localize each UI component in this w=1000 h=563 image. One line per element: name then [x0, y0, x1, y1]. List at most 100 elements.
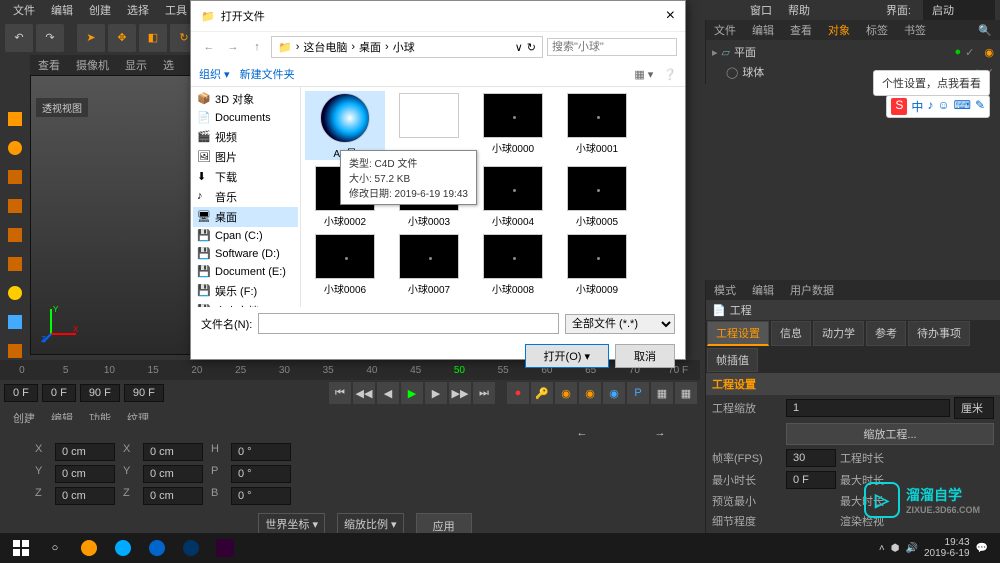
nav-up-button[interactable]: ↑: [247, 41, 267, 53]
taskbar-ae[interactable]: [210, 535, 240, 561]
sidebar-item[interactable]: ♪音乐: [193, 187, 298, 207]
menu-select[interactable]: 选择: [119, 2, 157, 18]
notification-icon[interactable]: 💬: [976, 543, 988, 554]
file-item[interactable]: 小球0008: [473, 232, 553, 296]
sidebar-item[interactable]: 🖥桌面: [193, 207, 298, 227]
file-item[interactable]: 小球0009: [557, 232, 637, 296]
taskbar-app-2[interactable]: [108, 535, 138, 561]
key-pos-button[interactable]: ◉: [555, 382, 577, 404]
address-bar[interactable]: 📁 ›这台电脑 ›桌面 ›小球 ∨↻: [271, 36, 543, 58]
taskbar-c4d[interactable]: [176, 535, 206, 561]
tray-up-icon[interactable]: ˄: [879, 543, 885, 554]
fps-value[interactable]: 30: [786, 449, 836, 467]
tab-info[interactable]: 信息: [771, 321, 811, 346]
tool-icon-yellow[interactable]: [1, 279, 29, 307]
goto-end-button[interactable]: ⏭: [473, 382, 495, 404]
next-frame-button[interactable]: ▶: [425, 382, 447, 404]
clock[interactable]: 19:43 2019-6-19: [924, 537, 970, 559]
layout-selector[interactable]: 启动: [923, 0, 995, 21]
next-key-button[interactable]: ▶▶: [449, 382, 471, 404]
timeline-opt1[interactable]: ▦: [651, 382, 673, 404]
file-item[interactable]: 小球0007: [389, 232, 469, 296]
scale-tool[interactable]: ◧: [139, 24, 167, 52]
autokey-button[interactable]: 🔑: [531, 382, 553, 404]
coord-rot-value[interactable]: 0 °: [231, 443, 291, 461]
primitive-icon[interactable]: [1, 163, 29, 191]
tray-icon-1[interactable]: ⬢: [891, 543, 900, 554]
view-tab[interactable]: 查看: [30, 55, 68, 75]
tool-icon-1[interactable]: [1, 192, 29, 220]
coord-size-value[interactable]: 0 cm: [143, 487, 203, 505]
obj-tab-file[interactable]: 文件: [706, 20, 744, 40]
select-tool[interactable]: ➤: [77, 24, 105, 52]
sidebar-item[interactable]: 📄Documents: [193, 109, 298, 127]
sphere-icon[interactable]: [1, 134, 29, 162]
goto-start-button[interactable]: ⏮: [329, 382, 351, 404]
tab-dynamics[interactable]: 动力学: [813, 321, 864, 346]
sidebar-item[interactable]: 💾Document (E:): [193, 263, 298, 281]
current-frame-field[interactable]: 0 F: [42, 384, 76, 402]
start-frame-field[interactable]: 0 F: [4, 384, 38, 402]
proj-scale-value[interactable]: 1: [786, 399, 950, 417]
sidebar-item[interactable]: 🎬视频: [193, 127, 298, 147]
tag-icon[interactable]: ◉: [984, 46, 994, 59]
total-frame-field[interactable]: 90 F: [124, 384, 164, 402]
prev-frame-button[interactable]: ◀: [377, 382, 399, 404]
sidebar-item[interactable]: 💾Cpan (C:): [193, 227, 298, 245]
sidebar-item[interactable]: 💾个人文档 (G:): [193, 301, 298, 307]
options-tab[interactable]: 选: [155, 55, 182, 75]
tool-icon-2[interactable]: [1, 221, 29, 249]
nav-forward-button[interactable]: →: [223, 41, 243, 53]
open-button[interactable]: 打开(O) ▾: [525, 344, 609, 368]
file-filter-select[interactable]: 全部文件 (*.*): [565, 314, 675, 334]
file-item[interactable]: 小球0000: [473, 91, 553, 160]
obj-tab-edit[interactable]: 编辑: [744, 20, 782, 40]
sidebar-item[interactable]: 💾Software (D:): [193, 245, 298, 263]
redo-button[interactable]: ↷: [36, 24, 64, 52]
record-button[interactable]: ●: [507, 382, 529, 404]
help-button[interactable]: ❔: [663, 68, 677, 81]
file-item[interactable]: 小球0005: [557, 164, 637, 228]
play-button[interactable]: ▶: [401, 382, 423, 404]
sidebar-item[interactable]: ⬇下载: [193, 167, 298, 187]
tab-todo[interactable]: 待办事项: [908, 321, 970, 346]
coord-pos-value[interactable]: 0 cm: [55, 465, 115, 483]
ime-icon-1[interactable]: ♪: [927, 98, 933, 115]
dialog-close-button[interactable]: ×: [666, 7, 675, 25]
tool-icon-blue[interactable]: [1, 308, 29, 336]
menu-window[interactable]: 窗口: [742, 2, 780, 18]
filename-input[interactable]: [258, 313, 559, 334]
attr-userdata[interactable]: 用户数据: [782, 280, 842, 300]
key-rot-button[interactable]: ◉: [579, 382, 601, 404]
key-param-button[interactable]: P: [627, 382, 649, 404]
coord-size-value[interactable]: 0 cm: [143, 465, 203, 483]
menu-file[interactable]: 文件: [5, 2, 43, 18]
camera-tab[interactable]: 摄像机: [68, 55, 117, 75]
end-frame-field[interactable]: 90 F: [80, 384, 120, 402]
ime-icon-2[interactable]: ☺: [937, 98, 949, 115]
tree-item-plane[interactable]: ▸ ▱ 平面 ●✓ ◉: [708, 42, 998, 62]
ime-lang[interactable]: 中: [911, 98, 923, 115]
start-button[interactable]: [6, 535, 36, 561]
coord-pos-value[interactable]: 0 cm: [55, 443, 115, 461]
menu-help[interactable]: 帮助: [780, 2, 818, 18]
menu-edit[interactable]: 编辑: [43, 2, 81, 18]
display-tab[interactable]: 显示: [117, 55, 155, 75]
taskbar-app-1[interactable]: [74, 535, 104, 561]
ime-toolbar[interactable]: S 中 ♪ ☺ ⌨ ✎: [886, 95, 990, 118]
new-folder-button[interactable]: 新建文件夹: [240, 66, 295, 82]
timeline-opt2[interactable]: ▦: [675, 382, 697, 404]
tab-reference[interactable]: 参考: [866, 321, 906, 346]
nav-back-button[interactable]: ←: [199, 41, 219, 53]
proj-scale-unit[interactable]: 厘米: [954, 397, 994, 419]
key-scale-button[interactable]: ◉: [603, 382, 625, 404]
scale-project-button[interactable]: 缩放工程...: [786, 423, 994, 445]
file-item[interactable]: 小球0001: [557, 91, 637, 160]
search-icon[interactable]: 🔍: [970, 22, 1000, 39]
taskbar-app-3[interactable]: [142, 535, 172, 561]
obj-tab-tags[interactable]: 标签: [858, 20, 896, 40]
search-taskbar-button[interactable]: ○: [40, 535, 70, 561]
tray-volume-icon[interactable]: 🔊: [906, 543, 918, 554]
move-tool[interactable]: ✥: [108, 24, 136, 52]
file-item[interactable]: 小球0006: [305, 232, 385, 296]
